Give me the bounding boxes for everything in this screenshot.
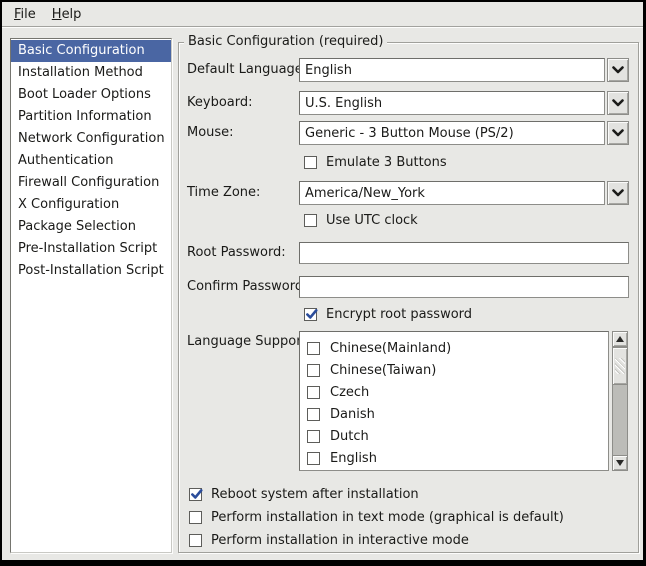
scrollbar-down-button[interactable] <box>612 455 628 471</box>
time-zone-value[interactable]: America/New_York <box>299 181 605 205</box>
default-language-dropdown-button[interactable] <box>607 58 629 82</box>
language-option-label: English <box>330 451 377 466</box>
basic-configuration-group: Basic Configuration (required) Default L… <box>178 42 639 553</box>
default-language-combo[interactable]: English <box>299 58 629 82</box>
emulate-3-buttons-row: Emulate 3 Buttons <box>304 154 634 170</box>
emulate-3-buttons-checkbox[interactable] <box>304 156 317 169</box>
sidebar-item-partition-information[interactable]: Partition Information <box>11 106 171 128</box>
root-password-label: Root Password: <box>187 242 286 264</box>
mouse-combo[interactable]: Generic - 3 Button Mouse (PS/2) <box>299 121 629 145</box>
sidebar-item-boot-loader-options[interactable]: Boot Loader Options <box>11 84 171 106</box>
language-option-chinese-mainland[interactable]: Chinese(Mainland) <box>307 337 608 359</box>
language-support-list: Chinese(Mainland) Chinese(Taiwan) Czech <box>299 331 609 471</box>
use-utc-clock-row: Use UTC clock <box>304 212 634 228</box>
text-mode-install-checkbox[interactable] <box>189 511 202 524</box>
language-checkbox[interactable] <box>307 364 320 377</box>
kickstart-configurator-window: File Help Basic Configuration Installati… <box>0 0 646 566</box>
time-zone-label: Time Zone: <box>187 181 260 205</box>
sidebar-item-network-configuration[interactable]: Network Configuration <box>11 128 171 150</box>
sidebar-item-firewall-configuration[interactable]: Firewall Configuration <box>11 172 171 194</box>
scroll-up-icon <box>616 336 624 342</box>
menubar: File Help <box>2 2 643 27</box>
language-checkbox[interactable] <box>307 342 320 355</box>
reboot-after-install-row: Reboot system after installation <box>189 486 419 502</box>
language-option-label: Dutch <box>330 429 369 444</box>
chevron-down-icon <box>612 189 624 197</box>
language-list-scrollbar[interactable] <box>612 331 628 471</box>
chevron-down-icon <box>612 129 624 137</box>
language-option-dutch[interactable]: Dutch <box>307 425 608 447</box>
sidebar-item-pre-installation-script[interactable]: Pre-Installation Script <box>11 238 171 260</box>
sidebar-item-authentication[interactable]: Authentication <box>11 150 171 172</box>
sidebar-item-installation-method[interactable]: Installation Method <box>11 62 171 84</box>
menu-item-file[interactable]: File <box>6 4 44 25</box>
sidebar-item-package-selection[interactable]: Package Selection <box>11 216 171 238</box>
sidebar-item-post-installation-script[interactable]: Post-Installation Script <box>11 260 171 282</box>
use-utc-clock-checkbox[interactable] <box>304 214 317 227</box>
interactive-mode-install-checkbox[interactable] <box>189 534 202 547</box>
use-utc-clock-label: Use UTC clock <box>326 213 418 228</box>
confirm-password-label: Confirm Password: <box>187 276 307 298</box>
scroll-down-icon <box>616 460 624 466</box>
check-icon <box>190 488 203 501</box>
chevron-down-icon <box>612 66 624 74</box>
scrollbar-thumb[interactable] <box>612 347 628 385</box>
interactive-mode-install-label: Perform installation in interactive mode <box>211 533 469 548</box>
language-checkbox[interactable] <box>307 452 320 465</box>
keyboard-label: Keyboard: <box>187 91 253 115</box>
mouse-label: Mouse: <box>187 121 234 145</box>
text-mode-install-label: Perform installation in text mode (graph… <box>211 510 564 525</box>
chevron-down-icon <box>612 99 624 107</box>
root-password-input[interactable] <box>299 242 629 264</box>
keyboard-dropdown-button[interactable] <box>607 91 629 115</box>
language-option-czech[interactable]: Czech <box>307 381 608 403</box>
encrypt-root-password-row: Encrypt root password <box>304 306 634 322</box>
language-option-danish[interactable]: Danish <box>307 403 608 425</box>
default-language-label: Default Language: <box>187 58 307 82</box>
encrypt-root-password-checkbox[interactable] <box>304 308 317 321</box>
language-option-label: Danish <box>330 407 375 422</box>
language-checkbox[interactable] <box>307 430 320 443</box>
keyboard-combo[interactable]: U.S. English <box>299 91 629 115</box>
text-mode-install-row: Perform installation in text mode (graph… <box>189 509 564 525</box>
scrollbar-up-button[interactable] <box>612 331 628 347</box>
language-option-label: Chinese(Taiwan) <box>330 363 436 378</box>
confirm-password-input[interactable] <box>299 276 629 298</box>
sidebar-item-basic-configuration[interactable]: Basic Configuration <box>11 40 171 62</box>
language-support-label: Language Support: <box>187 334 311 350</box>
time-zone-combo[interactable]: America/New_York <box>299 181 629 205</box>
reboot-after-install-label: Reboot system after installation <box>211 487 419 502</box>
category-sidebar: Basic Configuration Installation Method … <box>10 38 172 553</box>
menu-item-help[interactable]: Help <box>44 4 90 25</box>
language-option-chinese-taiwan[interactable]: Chinese(Taiwan) <box>307 359 608 381</box>
check-icon <box>305 308 318 321</box>
mouse-value[interactable]: Generic - 3 Button Mouse (PS/2) <box>299 121 605 145</box>
language-option-label: Czech <box>330 385 369 400</box>
time-zone-dropdown-button[interactable] <box>607 181 629 205</box>
language-option-label: Chinese(Mainland) <box>330 341 451 356</box>
interactive-mode-install-row: Perform installation in interactive mode <box>189 532 469 548</box>
language-checkbox[interactable] <box>307 408 320 421</box>
keyboard-value[interactable]: U.S. English <box>299 91 605 115</box>
language-checkbox[interactable] <box>307 386 320 399</box>
emulate-3-buttons-label: Emulate 3 Buttons <box>326 155 447 170</box>
reboot-after-install-checkbox[interactable] <box>189 488 202 501</box>
language-option-english[interactable]: English <box>307 447 608 469</box>
scrollbar-grip-icon <box>615 358 625 374</box>
default-language-value[interactable]: English <box>299 58 605 82</box>
group-title: Basic Configuration (required) <box>184 34 387 49</box>
sidebar-item-x-configuration[interactable]: X Configuration <box>11 194 171 216</box>
mouse-dropdown-button[interactable] <box>607 121 629 145</box>
encrypt-root-password-label: Encrypt root password <box>326 307 472 322</box>
